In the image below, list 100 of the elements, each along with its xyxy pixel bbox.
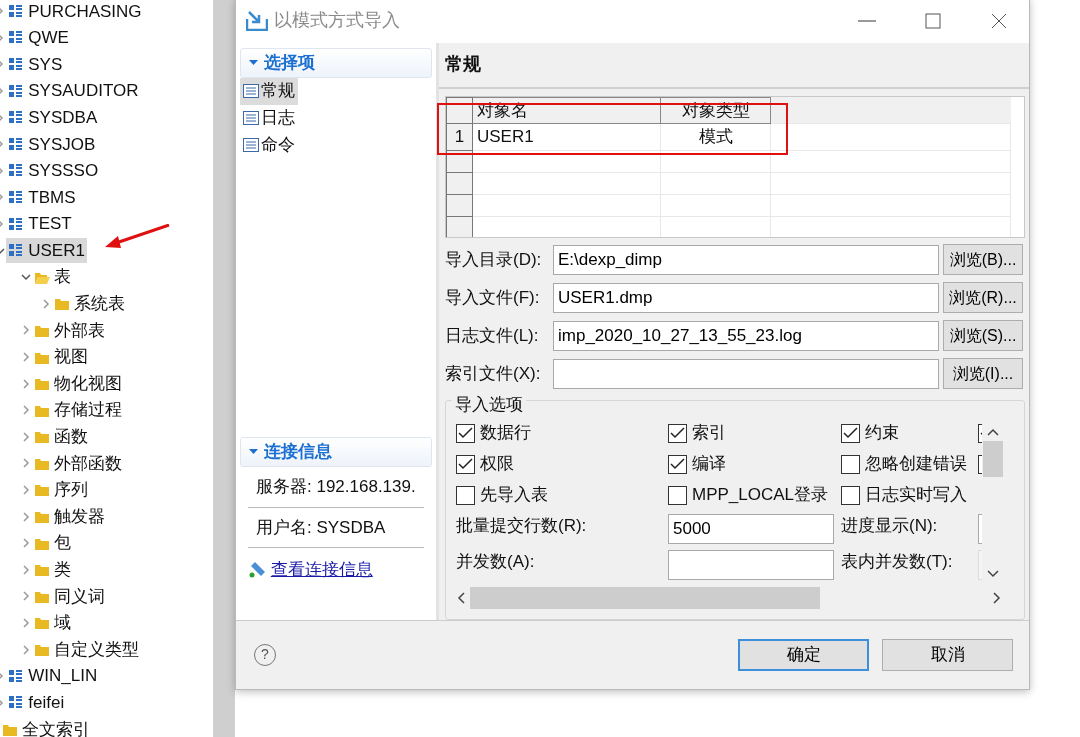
scroll-left-icon[interactable]: [456, 590, 466, 605]
expand-icon[interactable]: [20, 457, 32, 470]
tree-item[interactable]: PURCHASING: [6, 0, 144, 25]
caret-icon: [249, 59, 258, 66]
tree-item[interactable]: 域: [32, 610, 74, 636]
tree-item[interactable]: 外部函数: [32, 450, 125, 477]
scroll-right-icon[interactable]: [992, 590, 1002, 605]
tree-item[interactable]: TEST: [6, 211, 74, 237]
folder-icon: [34, 615, 50, 631]
scrollbar-thumb[interactable]: [983, 440, 1003, 477]
tree-item[interactable]: 序列: [32, 477, 91, 503]
checkbox[interactable]: [668, 485, 687, 505]
browse-button[interactable]: 浏览(R)...: [943, 282, 1023, 314]
tree-item[interactable]: 触发器: [32, 503, 108, 530]
expand-icon[interactable]: [20, 563, 32, 576]
tree-item[interactable]: SYSJOB: [6, 131, 98, 157]
tree-item[interactable]: SYSSSO: [6, 158, 101, 184]
expand-icon[interactable]: [20, 616, 32, 629]
tree-item[interactable]: feifei: [6, 690, 67, 716]
checkbox[interactable]: [668, 454, 687, 474]
close-icon: [990, 12, 1008, 29]
folder-icon: [34, 642, 50, 658]
input-field[interactable]: USER1.dmp: [553, 282, 939, 313]
section-header[interactable]: 选择项: [240, 47, 432, 78]
tree-item[interactable]: 包: [32, 530, 74, 556]
table-cell: USER1: [472, 123, 661, 151]
scrollbar-thumb[interactable]: [470, 586, 820, 609]
tree-item[interactable]: SYSDBA: [6, 104, 100, 131]
nav-item[interactable]: 命令: [240, 131, 298, 159]
expand-icon[interactable]: [20, 430, 32, 443]
input-field[interactable]: [553, 358, 939, 389]
checkbox-label: 数据行: [480, 422, 531, 445]
tree-item[interactable]: USER1: [6, 237, 87, 264]
tree-item[interactable]: 同义词: [32, 583, 108, 610]
expand-icon[interactable]: [20, 590, 32, 603]
schema-icon: [8, 57, 24, 72]
maximize-icon: [924, 12, 942, 29]
connection-link[interactable]: 查看连接信息: [270, 556, 373, 583]
checkbox[interactable]: [841, 423, 860, 443]
tree-item[interactable]: 表: [32, 264, 74, 290]
browse-button[interactable]: 浏览(B)...: [943, 244, 1023, 276]
checkbox-label: 权限: [480, 453, 514, 476]
tree-item[interactable]: 外部表: [32, 317, 108, 344]
tree-item[interactable]: 全文索引: [0, 716, 93, 737]
table-cell: 模式: [660, 123, 771, 151]
expand-icon[interactable]: [20, 351, 32, 363]
field-label: 导入文件(F):: [445, 286, 541, 309]
browse-button[interactable]: 浏览(I)...: [943, 358, 1023, 390]
schema-icon: [8, 163, 24, 179]
checkbox[interactable]: [456, 485, 475, 505]
checkbox[interactable]: [841, 485, 860, 505]
window-title: 以模式方式导入: [274, 9, 400, 33]
checkbox[interactable]: [841, 454, 860, 474]
tree-item[interactable]: SYSAUDITOR: [6, 78, 141, 104]
scroll-up-icon[interactable]: [986, 426, 1000, 437]
tree-item[interactable]: 物化视图: [32, 370, 125, 397]
dialog-button[interactable]: 取消: [882, 638, 1013, 671]
tree-item[interactable]: 函数: [32, 424, 91, 450]
browse-button[interactable]: 浏览(S)...: [943, 320, 1023, 352]
scroll-down-icon[interactable]: [986, 568, 1000, 579]
annotation-arrow: [104, 224, 170, 250]
expand-icon[interactable]: [40, 297, 52, 310]
tree-item[interactable]: WIN_LIN: [6, 663, 100, 689]
tree-item[interactable]: 视图: [32, 344, 91, 370]
schema-icon: [8, 668, 24, 684]
folder-icon: [34, 376, 50, 392]
expand-icon[interactable]: [20, 404, 32, 417]
tree-item[interactable]: 系统表: [52, 291, 128, 317]
field-label: 日志文件(L):: [445, 324, 540, 347]
tree-item[interactable]: 自定义类型: [32, 636, 142, 663]
input-field[interactable]: 5000: [668, 513, 834, 544]
connection-info: 服务器: 192.168.139.: [248, 467, 424, 508]
section-header[interactable]: 连接信息: [240, 437, 432, 468]
expand-icon[interactable]: [20, 643, 32, 656]
schema-icon: [8, 695, 24, 711]
tree-item[interactable]: 类: [32, 557, 74, 583]
tree-item[interactable]: SYS: [6, 51, 65, 78]
check-icon: [458, 427, 473, 440]
checkbox-label: 编译: [692, 453, 726, 476]
check-icon: [670, 458, 685, 471]
input-field[interactable]: E:\dexp_dimp: [553, 244, 939, 275]
checkbox[interactable]: [456, 454, 475, 474]
input-field[interactable]: imp_2020_10_27_13_55_23.log: [553, 320, 939, 351]
field-label: 导入目录(D):: [445, 248, 543, 271]
tree-item[interactable]: TBMS: [6, 184, 78, 211]
dialog-button[interactable]: 确定: [738, 638, 869, 671]
expand-icon[interactable]: [20, 510, 32, 523]
nav-item[interactable]: 日志: [240, 104, 298, 132]
tree-item[interactable]: 存储过程: [32, 397, 125, 423]
tree-item[interactable]: QWE: [6, 25, 71, 51]
connection-icon: [248, 560, 267, 579]
checkbox[interactable]: [668, 423, 687, 443]
input-field[interactable]: [668, 549, 834, 580]
expand-icon[interactable]: [20, 484, 32, 496]
expand-icon[interactable]: [20, 537, 32, 550]
expand-icon[interactable]: [20, 324, 32, 337]
nav-item[interactable]: 常规: [240, 77, 298, 105]
expand-icon[interactable]: [20, 377, 32, 390]
page-title: 常规: [439, 42, 1029, 89]
checkbox[interactable]: [456, 423, 475, 443]
